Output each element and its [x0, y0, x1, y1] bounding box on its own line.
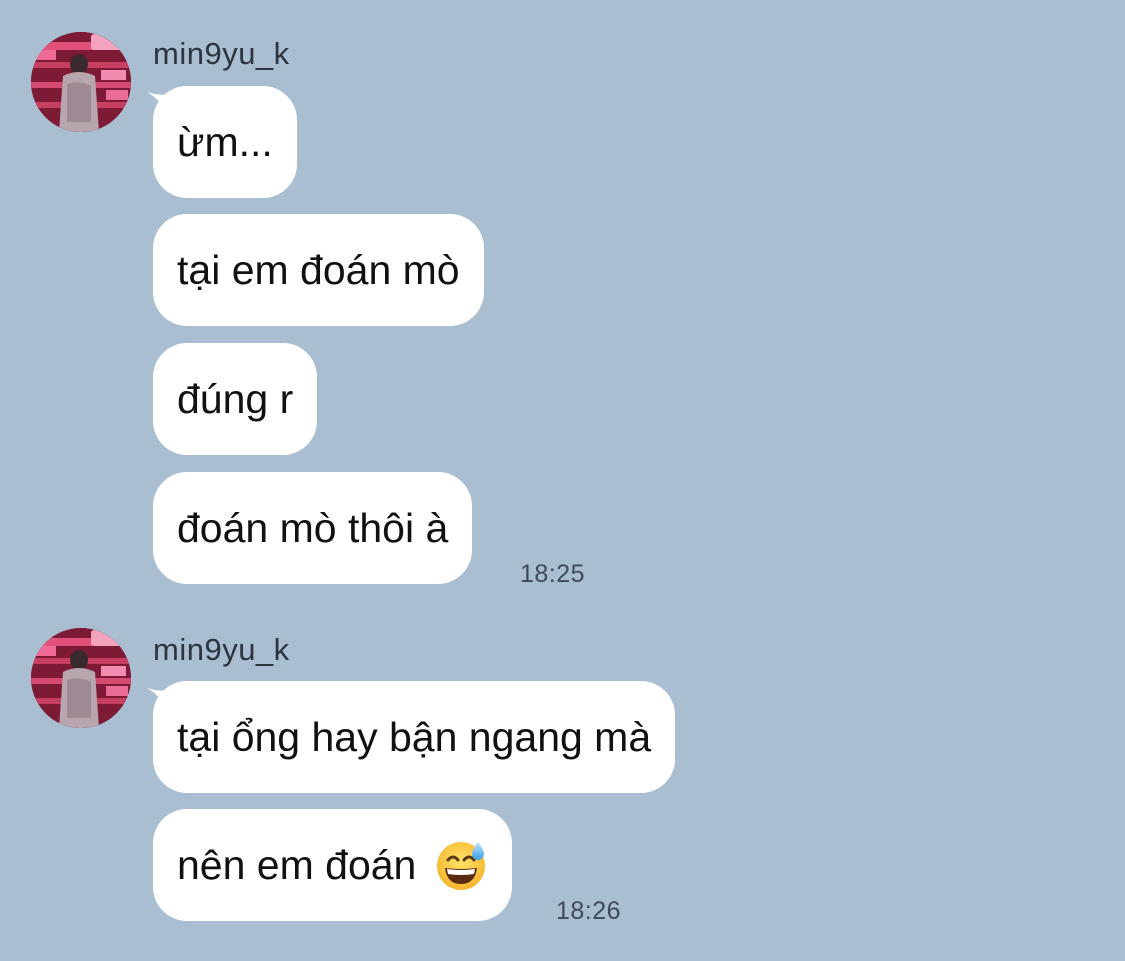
message-timestamp: 18:26 — [556, 897, 622, 925]
message-bubble[interactable]: đúng r — [153, 343, 318, 455]
avatar[interactable] — [31, 628, 131, 728]
message-bubble[interactable]: ừm... — [153, 86, 297, 198]
sender-username[interactable]: min9yu_k — [153, 632, 290, 668]
message-text: tại em đoán mò — [177, 246, 460, 293]
avatar-photo — [31, 628, 131, 728]
message-text: đúng r — [177, 375, 294, 422]
avatar-photo — [31, 32, 131, 132]
message-bubble[interactable]: đoán mò thôi à — [153, 472, 473, 584]
grinning-face-with-sweat-icon — [434, 838, 488, 892]
message-text: ừm... — [177, 118, 273, 165]
message-timestamp: 18:25 — [520, 560, 586, 588]
message-text: tại ổng hay bận ngang mà — [177, 713, 652, 760]
message-text: đoán mò thôi à — [177, 504, 449, 551]
sender-username[interactable]: min9yu_k — [153, 36, 290, 72]
message-bubble[interactable]: tại em đoán mò — [153, 214, 484, 326]
message-bubble[interactable]: tại ổng hay bận ngang mà — [153, 681, 676, 793]
avatar[interactable] — [31, 32, 131, 132]
message-bubble[interactable]: nên em đoán — [153, 809, 513, 921]
message-text: nên em đoán — [177, 841, 417, 888]
